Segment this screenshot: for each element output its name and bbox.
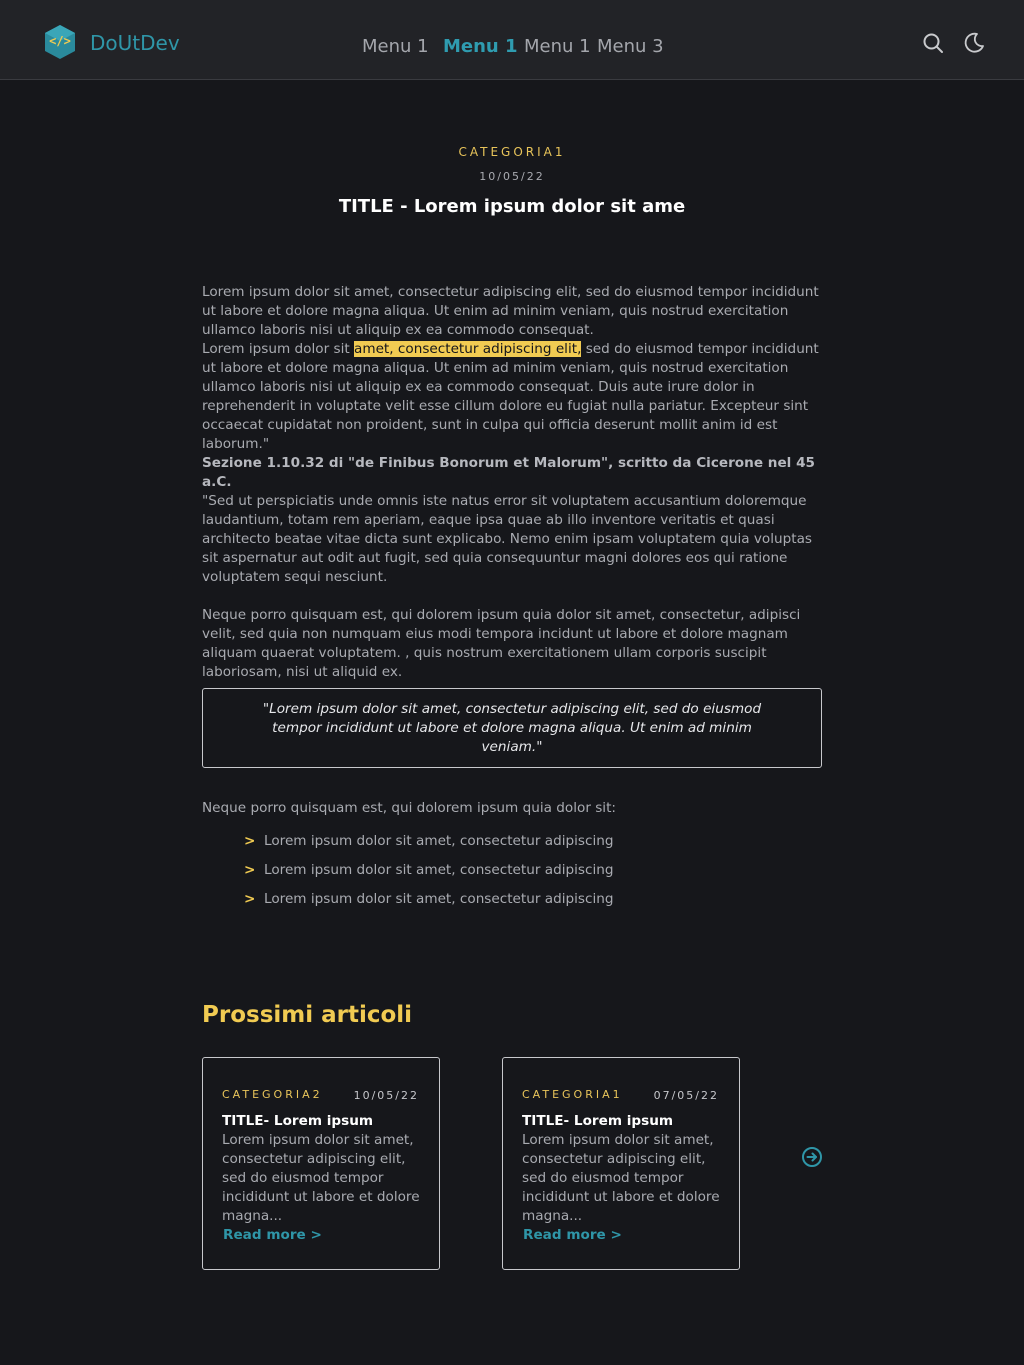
read-more-link[interactable]: Read more >: [223, 1227, 322, 1243]
paragraph-2-rest: sed do eiusmod tempor incididunt ut labo…: [202, 341, 819, 452]
highlighted-text: amet, consectetur adipiscing elit,: [354, 341, 582, 357]
list-intro: Neque porro quisquam est, qui dolorem ip…: [202, 800, 616, 816]
quote-text: "Lorem ipsum dolor sit amet, consectetur…: [262, 700, 762, 755]
card-category[interactable]: CATEGORIA2: [222, 1088, 323, 1101]
read-more-link[interactable]: Read more >: [523, 1227, 622, 1243]
logo-icon[interactable]: </>: [44, 24, 76, 60]
next-articles-heading: Prossimi articoli: [202, 1002, 413, 1028]
card-category[interactable]: CATEGORIA1: [522, 1088, 623, 1101]
chevron-right-icon: >: [244, 891, 256, 907]
card-title[interactable]: TITLE- Lorem ipsum: [222, 1113, 373, 1129]
article-category[interactable]: CATEGORIA1: [0, 145, 1024, 159]
arrow-right-circle-icon[interactable]: [801, 1146, 823, 1168]
article-paragraph-3: "Sed ut perspiciatis unde omnis iste nat…: [202, 493, 812, 585]
card-title[interactable]: TITLE- Lorem ipsum: [522, 1113, 673, 1129]
article-paragraph-4: Neque porro quisquam est, qui dolorem ip…: [202, 607, 801, 680]
svg-text:</>: </>: [49, 34, 71, 48]
article-card[interactable]: CATEGORIA1 07/05/22 TITLE- Lorem ipsum L…: [502, 1057, 740, 1270]
article-card[interactable]: CATEGORIA2 10/05/22 TITLE- Lorem ipsum L…: [202, 1057, 440, 1270]
article-title: TITLE - Lorem ipsum dolor sit ame: [338, 196, 686, 217]
brand-name[interactable]: DoUtDev: [90, 31, 180, 55]
section-heading: Sezione 1.10.32 di "de Finibus Bonorum e…: [202, 455, 815, 490]
nav-menu-1[interactable]: Menu 1: [362, 36, 429, 57]
chevron-right-icon: >: [244, 833, 256, 849]
card-excerpt: Lorem ipsum dolor sit amet, consectetur …: [222, 1132, 420, 1224]
card-excerpt: Lorem ipsum dolor sit amet, consectetur …: [522, 1132, 720, 1224]
article-date: 10/05/22: [479, 170, 545, 183]
card-date: 07/05/22: [653, 1089, 719, 1102]
list-item: > Lorem ipsum dolor sit amet, consectetur…: [244, 862, 614, 878]
paragraph-1-text: Lorem ipsum dolor sit amet, consectetur …: [202, 284, 819, 338]
nav-menu-3[interactable]: Menu 3: [597, 36, 664, 57]
search-icon[interactable]: [922, 32, 944, 54]
chevron-right-icon: >: [244, 862, 256, 878]
card-date: 10/05/22: [353, 1089, 419, 1102]
list-item: > Lorem ipsum dolor sit amet, consectetur…: [244, 833, 614, 849]
nav-menu-1-b[interactable]: Menu 1: [524, 36, 591, 57]
moon-icon[interactable]: [963, 32, 985, 54]
top-navbar: </> DoUtDev Menu 1 Menu 1 Menu 1 Menu 3: [0, 0, 1024, 80]
article-paragraph-1: Lorem ipsum dolor sit amet, consectetur …: [202, 283, 822, 454]
paragraph-2-start: Lorem ipsum dolor sit: [202, 341, 354, 357]
list-item: > Lorem ipsum dolor sit amet, consectetur…: [244, 891, 614, 907]
blockquote: "Lorem ipsum dolor sit amet, consectetur…: [202, 688, 822, 768]
nav-menu-1-active[interactable]: Menu 1: [443, 36, 518, 57]
